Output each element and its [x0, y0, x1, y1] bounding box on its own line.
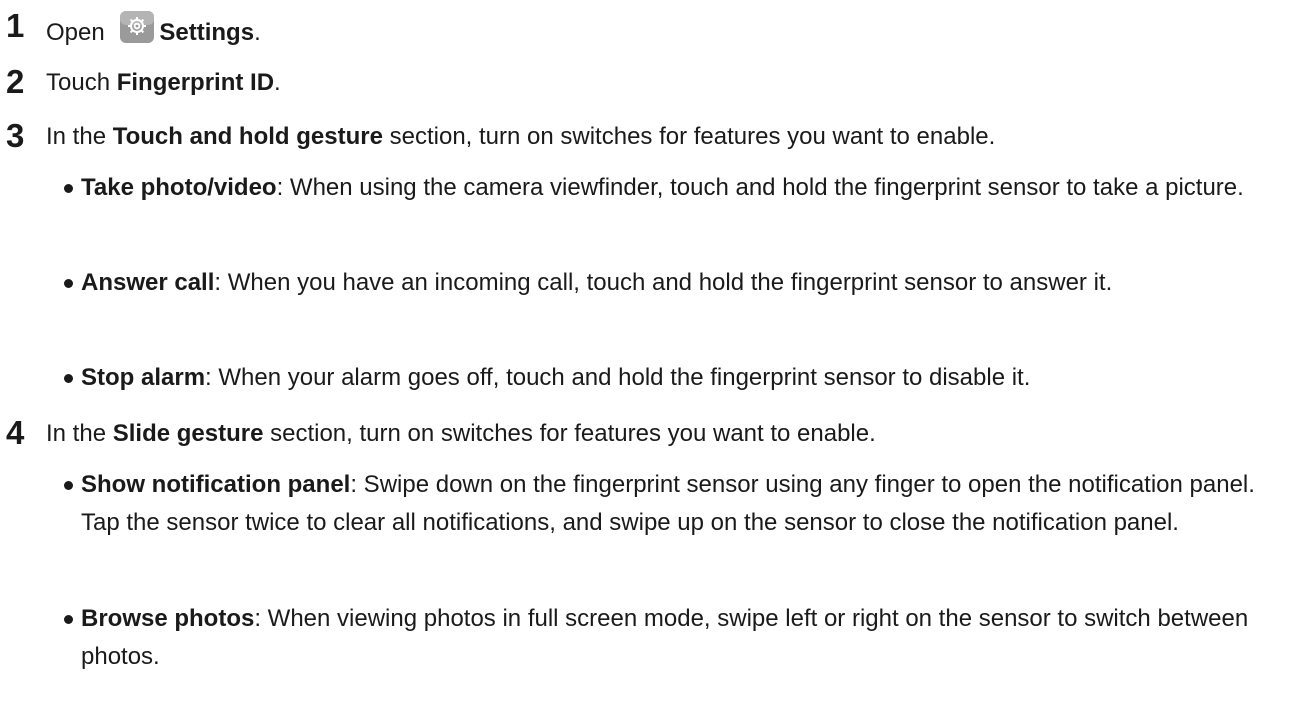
step-text: Touch Fingerprint ID.	[46, 66, 281, 100]
bullet-bold: Answer call	[81, 269, 215, 296]
bullet-bold: Browse photos	[81, 605, 255, 632]
step-text-bold: Slide gesture	[112, 420, 264, 447]
step-text-bold: Fingerprint ID	[116, 69, 275, 96]
bullet-dot	[64, 279, 73, 288]
bullet-dot	[64, 184, 73, 193]
bullet-body: : When using the camera viewfinder, touc…	[276, 174, 1244, 201]
bullet-body: : When viewing photos in full screen mod…	[81, 605, 1249, 670]
settings-gear-icon	[120, 11, 155, 43]
bullet-dot	[64, 374, 73, 383]
step-text-pre: In the	[46, 420, 113, 447]
bullet-text: Stop alarm: When your alarm goes off, to…	[81, 359, 1294, 397]
bullet-text: Take photo/video: When using the camera …	[81, 169, 1294, 207]
step-text-post: section, turn on switches for features y…	[382, 123, 996, 150]
step-number: 4	[6, 414, 25, 451]
step-number: 1	[6, 7, 25, 44]
list-item: Stop alarm: When your alarm goes off, to…	[64, 359, 1294, 397]
step-text: Open Settings.	[46, 10, 261, 50]
step-text-pre: In the	[46, 123, 113, 150]
bullet-dot	[64, 615, 73, 624]
list-item: Browse photos: When viewing photos in fu…	[64, 600, 1294, 676]
step-text-pre: Open	[46, 19, 112, 46]
bullet-text: Answer call: When you have an incoming c…	[81, 264, 1294, 302]
bullet-bold: Stop alarm	[81, 364, 206, 391]
bullet-text: Browse photos: When viewing photos in fu…	[81, 600, 1294, 676]
bullet-body: : When you have an incoming call, touch …	[214, 269, 1113, 296]
instruction-document: 1 Open Settings. 2 Touch Fingerprint ID.…	[0, 0, 1311, 713]
list-item: Answer call: When you have an incoming c…	[64, 264, 1294, 302]
step-text-bold: Touch and hold gesture	[112, 123, 383, 150]
step-text-bold: Settings	[159, 19, 255, 46]
step-text-post: .	[254, 19, 261, 46]
step-number: 3	[6, 117, 25, 154]
step-number: 2	[6, 63, 25, 100]
step-text: In the Slide gesture section, turn on sw…	[46, 417, 876, 451]
step-text-pre: Touch	[46, 69, 117, 96]
bullet-bold: Take photo/video	[81, 174, 277, 201]
step-text-post: section, turn on switches for features y…	[263, 420, 876, 447]
bullet-body: : When your alarm goes off, touch and ho…	[205, 364, 1031, 391]
list-item: Take photo/video: When using the camera …	[64, 169, 1294, 207]
step-text: In the Touch and hold gesture section, t…	[46, 120, 995, 154]
list-item: Show notification panel: Swipe down on t…	[64, 466, 1294, 542]
bullet-text: Show notification panel: Swipe down on t…	[81, 466, 1294, 542]
bullet-dot	[64, 481, 73, 490]
step-text-post: .	[274, 69, 281, 96]
bullet-bold: Show notification panel	[81, 471, 351, 498]
